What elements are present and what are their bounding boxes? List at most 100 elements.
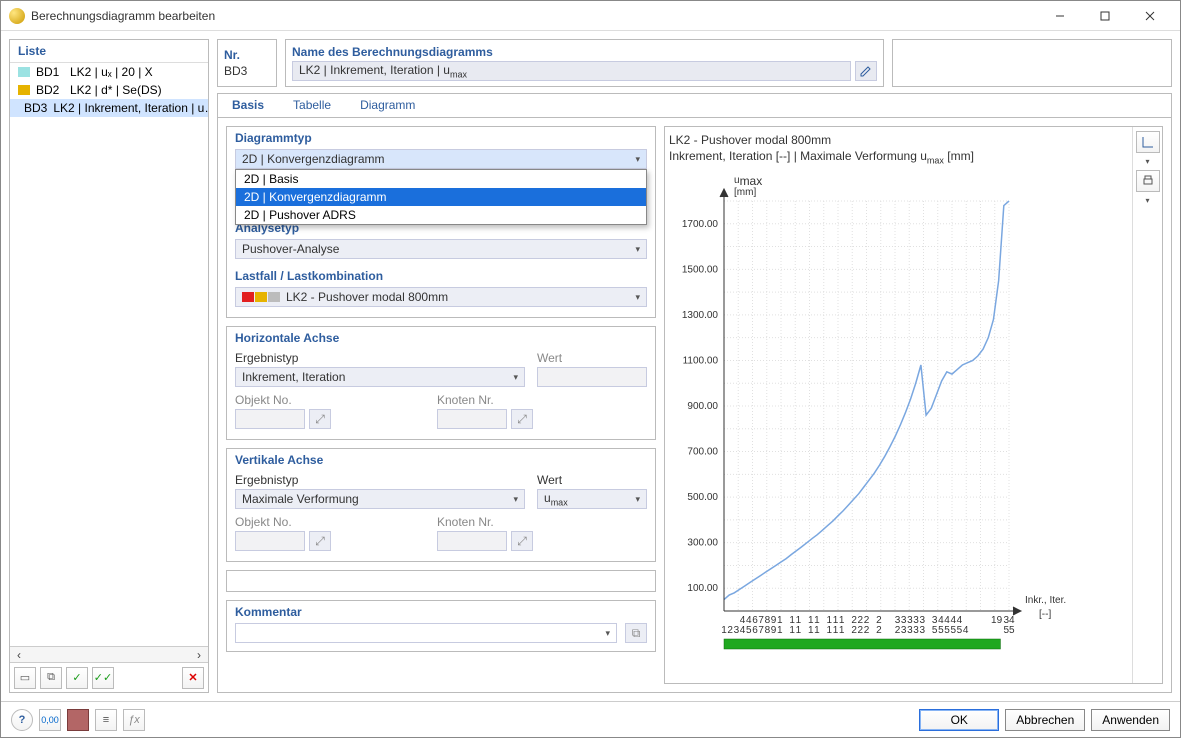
dropdown-option[interactable]: 2D | Pushover ADRS <box>236 206 646 224</box>
haxis-knoten-input <box>437 409 507 429</box>
chevron-down-icon: ▾ <box>635 494 640 505</box>
chevron-down-icon: ▾ <box>635 244 640 255</box>
svg-text:9: 9 <box>771 625 777 636</box>
svg-text:4: 4 <box>963 625 969 636</box>
nr-value: BD3 <box>224 64 270 78</box>
apply-button[interactable]: Anwenden <box>1091 709 1170 731</box>
chevron-down-icon[interactable]: ▾ <box>1145 196 1149 205</box>
cancel-button[interactable]: Abbrechen <box>1005 709 1085 731</box>
list-item-label: LK2 | d* | Se(DS) <box>70 83 162 97</box>
diagram-list[interactable]: BD1 LK2 | uₓ | 20 | X BD2 LK2 | d* | Se(… <box>10 63 208 646</box>
svg-text:[--]: [--] <box>1039 609 1051 620</box>
color-swatch <box>18 67 30 77</box>
minimize-button[interactable] <box>1037 2 1082 30</box>
svg-text:1: 1 <box>789 625 795 636</box>
layer-button[interactable]: ≡ <box>95 709 117 731</box>
name-input[interactable]: LK2 | Inkrement, Iteration | umax <box>292 61 851 81</box>
tab-diagramm[interactable]: Diagramm <box>346 94 430 117</box>
pick-node-button[interactable]: ⤢ <box>511 409 533 429</box>
comment-input[interactable]: ▾ <box>235 623 617 643</box>
edit-name-button[interactable] <box>855 61 877 81</box>
haxis-ergebnistyp-select[interactable]: Inkrement, Iteration▾ <box>235 367 525 387</box>
comment-library-button[interactable]: ⧉ <box>625 623 647 643</box>
diagramtype-select[interactable]: 2D | Konvergenzdiagramm▾ <box>235 149 647 169</box>
svg-text:3: 3 <box>907 625 913 636</box>
chevron-down-icon[interactable]: ▾ <box>1145 157 1149 166</box>
check-button-1[interactable]: ✓ <box>66 667 88 689</box>
haxis-ergebnistyp-label: Ergebnistyp <box>235 351 525 365</box>
vaxis-wert-select[interactable]: umax▾ <box>537 489 647 509</box>
svg-text:19: 19 <box>991 615 1003 626</box>
svg-text:1: 1 <box>814 625 820 636</box>
svg-text:1: 1 <box>796 625 802 636</box>
list-item-id: BD2 <box>36 83 64 97</box>
svg-text:2: 2 <box>727 625 733 636</box>
new-diagram-button[interactable]: ▭ <box>14 667 36 689</box>
check-button-2[interactable]: ✓✓ <box>92 667 114 689</box>
section-diagramtype: Diagrammtyp 2D | Konvergenzdiagramm▾ 2D … <box>226 126 656 318</box>
svg-text:700.00: 700.00 <box>687 446 718 457</box>
app-icon <box>9 8 25 24</box>
dropdown-option[interactable]: 2D | Basis <box>236 170 646 188</box>
svg-text:2: 2 <box>864 625 870 636</box>
delete-diagram-button[interactable]: ✕ <box>182 667 204 689</box>
svg-text:4: 4 <box>740 625 746 636</box>
scroll-left-icon[interactable]: ‹ <box>12 648 26 662</box>
pick-object-button[interactable]: ⤢ <box>309 409 331 429</box>
svg-text:7: 7 <box>758 625 764 636</box>
svg-text:3: 3 <box>901 625 907 636</box>
copy-diagram-button[interactable]: ⧉ <box>40 667 62 689</box>
color-button[interactable] <box>67 709 89 731</box>
nr-label: Nr. <box>224 48 270 62</box>
vaxis-ergebnistyp-select[interactable]: Maximale Verformung▾ <box>235 489 525 509</box>
svg-text:Inkr., Iter.: Inkr., Iter. <box>1025 595 1066 606</box>
svg-text:umax: umax <box>734 174 762 188</box>
list-item-label: LK2 | Inkrement, Iteration | u… <box>53 101 208 115</box>
fx-button[interactable]: ƒx <box>123 709 145 731</box>
svg-text:1: 1 <box>827 625 833 636</box>
analysetype-select[interactable]: Pushover-Analyse▾ <box>235 239 647 259</box>
pick-object-button[interactable]: ⤢ <box>309 531 331 551</box>
tab-strip: BasisTabelleDiagramm <box>218 94 1171 118</box>
svg-text:6: 6 <box>752 625 758 636</box>
list-item[interactable]: BD2 LK2 | d* | Se(DS) <box>10 81 208 99</box>
haxis-knoten-label: Knoten Nr. <box>437 393 647 407</box>
status-bar: ? 0,00 ≡ ƒx OK Abbrechen Anwenden <box>1 701 1180 737</box>
units-button[interactable]: 0,00 <box>39 709 61 731</box>
list-header: Liste <box>10 40 208 63</box>
chevron-down-icon: ▾ <box>635 154 640 165</box>
ok-button[interactable]: OK <box>919 709 999 731</box>
tab-tabelle[interactable]: Tabelle <box>279 94 346 117</box>
svg-text:1300.00: 1300.00 <box>682 310 719 321</box>
svg-text:1: 1 <box>833 625 839 636</box>
chart-axes-tool[interactable] <box>1136 131 1160 153</box>
chart-panel: LK2 - Pushover modal 800mm Inkrement, It… <box>664 126 1163 684</box>
diagramtype-dropdown-list[interactable]: 2D | Basis2D | Konvergenzdiagramm2D | Pu… <box>235 169 647 225</box>
tab-basis[interactable]: Basis <box>218 94 279 117</box>
svg-text:1500.00: 1500.00 <box>682 264 719 275</box>
close-button[interactable] <box>1127 2 1172 30</box>
list-item[interactable]: BD1 LK2 | uₓ | 20 | X <box>10 63 208 81</box>
section-spacer <box>226 570 656 592</box>
svg-text:5: 5 <box>950 625 956 636</box>
svg-text:1700.00: 1700.00 <box>682 218 719 229</box>
svg-text:1100.00: 1100.00 <box>683 355 719 366</box>
list-item-id: BD1 <box>36 65 64 79</box>
svg-text:5: 5 <box>932 625 938 636</box>
chart-print-tool[interactable] <box>1136 170 1160 192</box>
section-comment: Kommentar ▾ ⧉ <box>226 600 656 652</box>
list-hscroll[interactable]: ‹ › <box>10 646 208 662</box>
list-item-label: LK2 | uₓ | 20 | X <box>70 65 153 79</box>
list-item[interactable]: BD3 LK2 | Inkrement, Iteration | u… <box>10 99 208 117</box>
svg-text:3: 3 <box>734 625 740 636</box>
pick-node-button[interactable]: ⤢ <box>511 531 533 551</box>
svg-text:5: 5 <box>746 625 752 636</box>
loadcase-select[interactable]: LK2 - Pushover modal 800mm ▾ <box>235 287 647 307</box>
svg-text:3: 3 <box>919 625 925 636</box>
vaxis-wert-label: Wert <box>537 473 647 487</box>
maximize-button[interactable] <box>1082 2 1127 30</box>
dropdown-option[interactable]: 2D | Konvergenzdiagramm <box>236 188 646 206</box>
help-button[interactable]: ? <box>11 709 33 731</box>
scroll-right-icon[interactable]: › <box>192 648 206 662</box>
svg-text:2: 2 <box>895 625 901 636</box>
